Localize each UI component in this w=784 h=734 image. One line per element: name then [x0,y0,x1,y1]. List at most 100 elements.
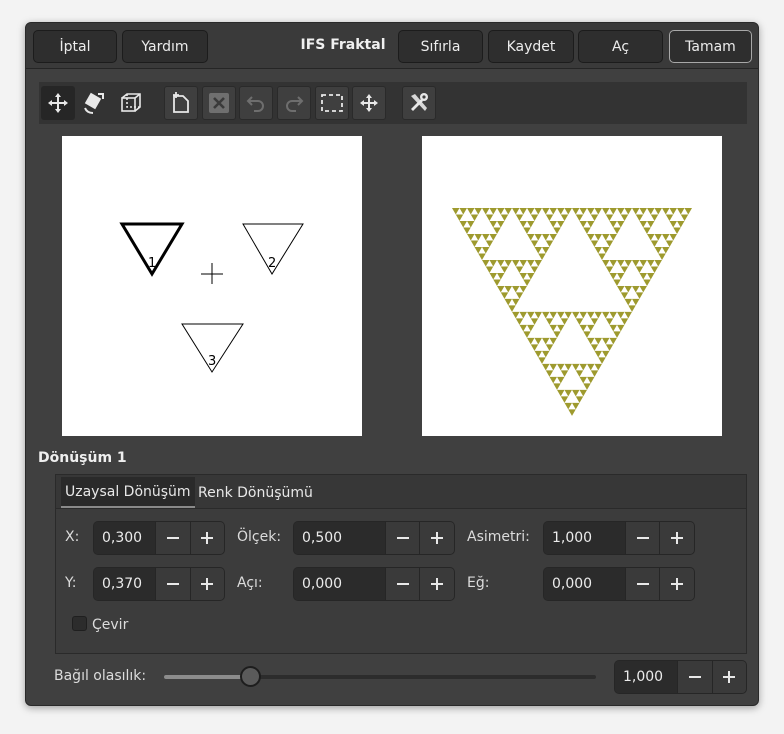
reset-button[interactable]: Sıfırla [398,30,483,63]
fractal-cell [557,324,565,332]
new-transform-icon[interactable] [164,86,198,120]
shear-decrement-button[interactable] [624,568,660,600]
fractal-cell [575,370,584,377]
y-input[interactable]: 0,370 [94,568,156,600]
asym-decrement-button[interactable] [624,522,660,554]
asym-increment-button[interactable] [659,522,694,554]
fractal-cell [602,208,610,215]
flip-label: Çevir [92,617,129,633]
fractal-cell [624,311,632,319]
fractal-cell [635,266,644,273]
toolbar [39,82,747,124]
shear-increment-button[interactable] [659,568,694,600]
probability-decrement-button[interactable] [677,661,712,693]
recompute-center-icon[interactable] [352,86,386,120]
fractal-cell [515,214,524,221]
ifs-fractal-dialog: İptal Yardım IFS Fraktal Sıfırla Kaydet … [25,22,759,706]
x-increment-button[interactable] [189,522,224,554]
scale-input[interactable]: 0,500 [294,522,385,554]
fractal-cell [575,396,584,403]
fractal-cell [647,259,655,267]
y-decrement-button[interactable] [155,568,190,600]
ok-button[interactable]: Tamam [669,30,752,63]
fractal-cell [594,311,602,319]
fractal-cell [564,363,572,371]
angle-decrement-button[interactable] [384,568,420,600]
fractal-cell [470,214,479,221]
fractal-cell [534,311,542,319]
angle-spin: 0,000 [293,567,455,601]
fractal-cell [617,311,625,319]
fractal-cell [455,214,464,221]
fractal-cell [564,208,572,215]
y-increment-button[interactable] [189,568,224,600]
fractal-cell [579,208,587,215]
cancel-button[interactable]: İptal [33,30,117,63]
fractal-cell [617,220,625,228]
probability-increment-button[interactable] [711,661,746,693]
fractal-cell [530,214,539,221]
fractal-cell [639,272,647,280]
fractal-cell [572,389,580,397]
fractal-cell [587,337,595,345]
reset-label: Sıfırla [420,38,461,55]
scale-decrement-button[interactable] [384,522,420,554]
fractal-cell [512,259,520,267]
delete-transform-icon[interactable] [202,86,236,120]
x-decrement-button[interactable] [155,522,190,554]
fractal-cell [587,311,595,319]
fractal-cell [602,233,610,241]
asym-input[interactable]: 1,000 [544,522,625,554]
select-all-icon[interactable] [315,86,349,120]
stretch-icon[interactable] [114,86,148,120]
fractal-cell [635,214,644,221]
shear-label: Eğ: [467,575,490,591]
x-input[interactable]: 0,300 [94,522,156,554]
fractal-cell [609,272,617,280]
fractal-cell [553,383,561,390]
fractal-cell [662,246,670,254]
fractal-cell [515,318,524,325]
ok-label: Tamam [685,38,736,55]
design-preview-canvas[interactable]: 1 2 3 [62,136,362,436]
fractal-cell [617,324,625,332]
fractal-cell [650,214,659,221]
fractal-cell [527,324,535,332]
save-button[interactable]: Kaydet [488,30,574,63]
redo-icon[interactable] [277,86,311,120]
scale-increment-button[interactable] [419,522,454,554]
undo-icon[interactable] [239,86,273,120]
flip-checkbox[interactable] [72,616,87,631]
fractal-cell [452,208,460,215]
fractal-cell [530,318,539,325]
fractal-cell [605,240,614,247]
preferences-icon[interactable] [402,86,436,120]
tab-color-transform[interactable]: Renk Dönüşümü [194,477,317,508]
rotate-scale-icon[interactable] [77,86,111,120]
fractal-cell [482,233,490,241]
fractal-cell [467,220,475,228]
fractal-cell [624,298,632,306]
move-icon[interactable] [41,86,75,120]
fractal-cell [482,259,490,267]
angle-input[interactable]: 0,000 [294,568,385,600]
fractal-cell [515,292,524,299]
probability-input[interactable]: 1,000 [615,661,678,693]
open-button[interactable]: Aç [578,30,663,63]
fractal-cell [594,337,602,345]
fractal-cell [632,259,640,267]
y-spin: 0,370 [93,567,225,601]
shear-input[interactable]: 0,000 [544,568,625,600]
fractal-cell [545,240,554,247]
help-button[interactable]: Yardım [122,30,208,63]
probability-slider-handle[interactable] [240,666,262,687]
fractal-cell [568,409,576,416]
fractal-cell [587,376,595,384]
fractal-cell [489,272,497,280]
fractal-cell [560,214,569,221]
triangle-1-label: 1 [148,256,156,271]
fractal-cell [613,227,621,234]
angle-increment-button[interactable] [419,568,454,600]
tab-spatial-transform[interactable]: Uzaysal Dönüşüm [61,477,195,508]
fractal-cell [504,285,512,293]
